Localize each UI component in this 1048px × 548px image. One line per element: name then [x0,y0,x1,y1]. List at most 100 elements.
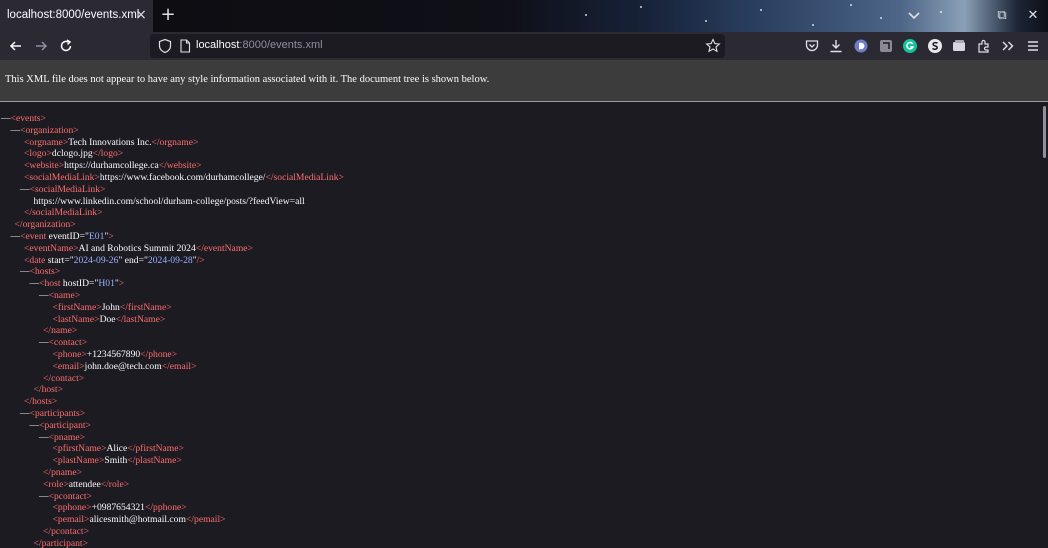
xml-tag-end: > [86,490,92,502]
grammarly-icon[interactable] [901,37,919,55]
xml-closing-tag: </email> [161,360,197,372]
pocket-icon[interactable] [803,37,821,55]
xml-text-value: Smith [104,455,128,467]
xml-tag-name: <lastName [52,313,95,325]
collapse-toggle[interactable]: — [39,432,49,443]
xml-tree-line: </name> [43,325,77,337]
extension-tab-icon[interactable] [950,37,968,55]
collapse-toggle[interactable]: — [1,113,11,124]
xml-closing-tag: </logo> [92,148,124,160]
xml-tree-line: —<socialMediaLink> [20,184,105,196]
xml-tree-line: <firstName>John</firstName> [53,302,172,314]
collapse-toggle[interactable]: — [39,337,49,348]
new-tab-button[interactable]: + [159,5,177,25]
scrollbar-track[interactable] [1042,102,1048,548]
xml-tag-name: <plastName [52,455,99,467]
xml-text-value: +0987654321 [91,502,145,514]
xml-document-tree: —<events> —<organization> <orgname>Tech In… [0,102,1040,548]
xml-tree-line: —<participants> [20,408,85,420]
xml-closing-tag: </eventName> [195,242,253,254]
xml-attribute-name: end [122,254,139,266]
scrollbar-thumb[interactable] [1043,106,1046,158]
xml-tree-line: <lastName>Doe</lastName> [53,314,166,326]
xml-tree-line: —<name> [39,290,80,302]
xml-text-value: AI and Robotics Summit 2024 [78,242,196,254]
xml-tag-end: > [108,231,114,242]
xml-tree-line: —<pname> [39,432,85,444]
tab-strip: localhost:8000/events.xml × + ⧉ ✕ [0,0,1048,32]
collapse-toggle[interactable]: — [30,420,40,431]
reload-icon[interactable] [57,37,75,55]
xml-tree-line: <pfirstName>Alice</pfirstName> [53,443,184,455]
collapse-toggle[interactable]: — [11,231,21,242]
xml-tag-end: > [57,384,63,396]
xml-tag-end: > [78,372,85,384]
xml-text-value: attendee [68,478,101,490]
background-star [940,11,942,13]
xml-tree-line: —<participant> [30,420,91,432]
overflow-chevron-icon[interactable] [999,37,1017,55]
xml-tag-end: > [70,219,76,231]
url-text: localhost:8000/events.xml [196,39,323,51]
bookmark-star-icon[interactable] [704,37,722,55]
xml-tag-end: > [73,124,79,136]
forward-arrow-icon[interactable] [32,37,50,55]
xml-tag-end: > [85,419,91,431]
background-star [850,4,852,6]
xml-tag-end: > [74,290,81,301]
xml-closing-tag: </plastName> [127,455,182,467]
collapse-toggle[interactable]: — [39,290,49,301]
xml-style-info-banner: This XML file does not appear to have an… [0,60,1048,102]
xml-tag-name: <participants [29,408,80,419]
url-host: localhost [196,39,240,51]
xml-attribute-value: 2024-09-28 [147,254,193,266]
background-star [585,14,587,16]
xml-attribute-value: 2024-09-26 [73,254,119,266]
tracking-protection-shield-icon[interactable] [156,37,174,55]
collapse-toggle[interactable]: — [39,491,49,502]
xml-tag-name: <logo [24,148,47,160]
xml-tree-line: <role>attendee</role> [43,479,129,491]
xml-tag-name: </pcontact [43,526,84,537]
extension-s-icon[interactable] [926,37,944,55]
collapse-toggle[interactable]: — [20,408,30,419]
xml-tag-name: <pfirstName [52,443,102,455]
xml-tree-line: https://www.linkedin.com/school/durham-c… [34,196,305,208]
extensions-puzzle-icon[interactable] [975,37,993,55]
url-path: :8000/events.xml [239,39,323,51]
extension-d-icon[interactable] [852,37,870,55]
tab-active[interactable]: localhost:8000/events.xml × [0,0,153,32]
xml-tag-end: > [40,113,46,124]
page-info-icon[interactable] [176,37,194,55]
xml-tag-name: <pname [48,431,80,443]
downloads-icon[interactable] [827,37,845,55]
collapse-toggle[interactable]: — [20,184,30,195]
collapse-toggle[interactable]: — [20,266,30,277]
xml-tag-name: <name [48,290,75,301]
collapse-toggle[interactable]: — [30,278,40,289]
extension-grid-icon[interactable] [877,37,895,55]
xml-tag-end: > [81,337,88,349]
back-arrow-icon[interactable] [7,37,25,55]
xml-tag-name: <hosts [29,266,55,278]
xml-tree-line: —<hosts> [20,266,60,278]
tab-list-chevron-icon[interactable] [905,8,923,24]
restore-window-icon[interactable]: ⧉ [993,7,1011,25]
xml-tree-line: <pphone>+0987654321</pphone> [53,502,187,514]
xml-tag-end: > [76,467,83,478]
xml-tree-line: </pcontact> [43,526,89,538]
collapse-toggle[interactable]: — [11,125,21,136]
address-bar[interactable]: localhost:8000/events.xml [150,34,725,58]
tab-close-icon[interactable]: × [134,7,148,23]
xml-tree-line: </host> [34,384,64,396]
xml-tag-name: <date [24,254,46,266]
background-star [640,6,642,8]
xml-attr-quote: =" [79,231,89,242]
xml-text-value: John [101,301,120,313]
xml-text-value: +1234567890 [86,349,141,360]
close-window-icon[interactable]: ✕ [1024,7,1042,25]
xml-tag-name: <eventName [24,242,74,254]
xml-closing-tag: </lastName> [115,313,166,325]
xml-text-value: https://www.facebook.com/durhamcollege/ [99,172,266,183]
menu-hamburger-icon[interactable] [1024,37,1042,55]
